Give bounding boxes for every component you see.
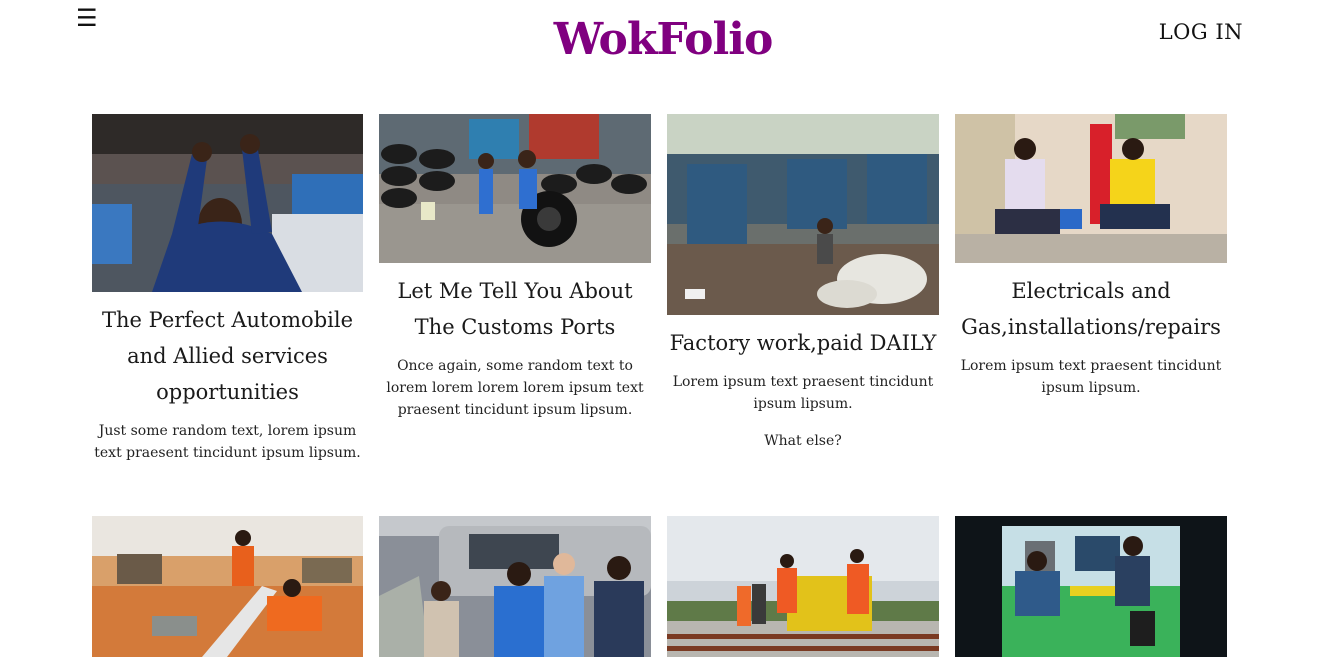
- gas-installation-photo: [955, 114, 1227, 263]
- tech-hub-photo: [955, 516, 1227, 657]
- card-description: Lorem ipsum text praesent tincidunt ipsu…: [672, 374, 934, 412]
- card-title: Let Me Tell You About The Customs Ports: [397, 279, 633, 339]
- job-card-tech-hub[interactable]: [955, 516, 1227, 657]
- login-link[interactable]: LOG IN: [1159, 20, 1243, 44]
- job-grid-row-2: [92, 516, 1228, 657]
- card-title: The Perfect Automobile and Allied servic…: [102, 308, 353, 404]
- card-title: Electricals and Gas,installations/repair…: [961, 279, 1221, 339]
- factory-photo: [667, 114, 939, 315]
- tyres-port-photo: [379, 114, 651, 263]
- card-title: Factory work,paid DAILY: [669, 331, 937, 355]
- job-card-electricals-gas[interactable]: Electricals and Gas,installations/repair…: [955, 114, 1227, 479]
- job-card-factory[interactable]: Factory work,paid DAILY Lorem ipsum text…: [667, 114, 939, 479]
- card-extra-text: What else?: [764, 433, 842, 449]
- top-navigation: ☰ WokFolio LOG IN: [0, 0, 1326, 100]
- job-card-automobile[interactable]: The Perfect Automobile and Allied servic…: [92, 114, 363, 479]
- job-card-customs-ports[interactable]: Let Me Tell You About The Customs Ports …: [379, 114, 651, 479]
- brand-logo[interactable]: WokFolio: [0, 14, 1326, 65]
- crowd-car-photo: [379, 516, 651, 657]
- card-description: Once again, some random text to lorem lo…: [386, 358, 644, 418]
- job-card-meeting[interactable]: [379, 516, 651, 657]
- railway-workers-photo: [667, 516, 939, 657]
- mechanic-photo: [92, 114, 363, 292]
- card-description: Lorem ipsum text praesent tincidunt ipsu…: [960, 358, 1222, 396]
- card-description: Just some random text, lorem ipsum text …: [94, 423, 361, 461]
- job-grid-row-1: The Perfect Automobile and Allied servic…: [92, 114, 1228, 479]
- road-construction-photo: [92, 516, 363, 657]
- job-card-road-construction[interactable]: [92, 516, 363, 657]
- job-card-railway[interactable]: [667, 516, 939, 657]
